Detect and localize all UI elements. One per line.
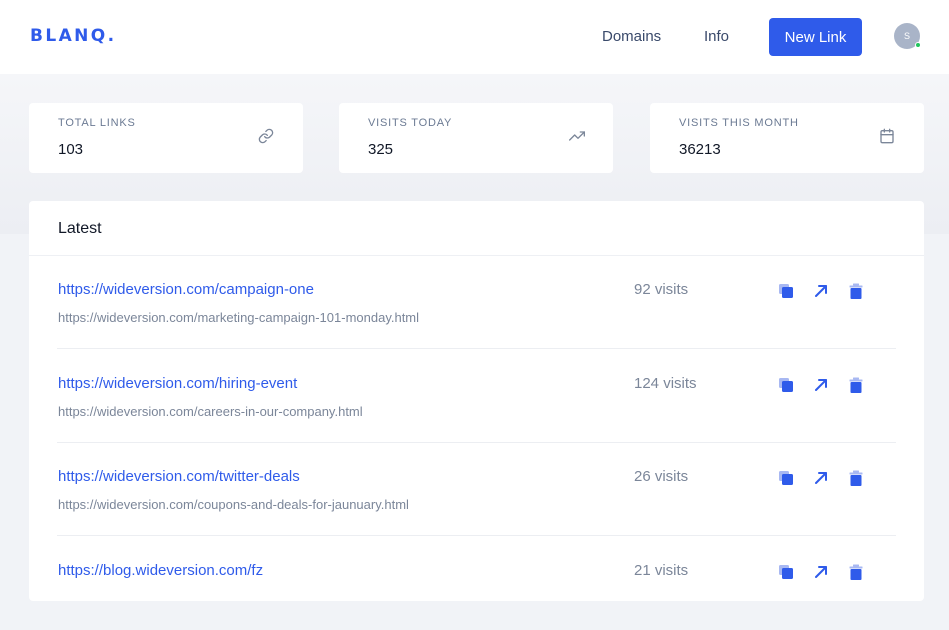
- link-row: https://blog.wideversion.com/fz 21 visit…: [57, 537, 896, 630]
- stat-value: 36213: [679, 141, 721, 158]
- nav-info[interactable]: Info: [704, 28, 729, 45]
- online-status-dot: [915, 42, 921, 48]
- link-row: https://wideversion.com/twitter-deals ht…: [57, 443, 896, 536]
- delete-icon[interactable]: [848, 564, 864, 580]
- delete-icon[interactable]: [848, 377, 864, 393]
- delete-icon[interactable]: [848, 470, 864, 486]
- stat-label: VISITS TODAY: [368, 117, 453, 129]
- stat-card-visits-today: VISITS TODAY 325: [339, 103, 613, 173]
- stat-card-total-links: TOTAL LINKS 103: [29, 103, 303, 173]
- long-url-text: https://wideversion.com/coupons-and-deal…: [58, 497, 409, 512]
- avatar-initial: S: [903, 31, 910, 41]
- stat-value: 325: [368, 141, 394, 158]
- copy-icon[interactable]: [778, 564, 794, 580]
- calendar-icon: [880, 128, 894, 144]
- copy-icon[interactable]: [778, 470, 794, 486]
- short-url-link[interactable]: https://wideversion.com/hiring-event: [58, 375, 297, 392]
- latest-links-panel: Latest https://wideversion.com/campaign-…: [29, 201, 924, 601]
- short-url-link[interactable]: https://wideversion.com/campaign-one: [58, 281, 314, 298]
- nav-domains[interactable]: Domains: [602, 28, 661, 45]
- avatar[interactable]: S: [894, 23, 921, 49]
- visit-count: 26 visits: [634, 468, 689, 485]
- copy-icon[interactable]: [778, 283, 794, 299]
- stat-value: 103: [58, 141, 84, 158]
- stat-label: VISITS THIS MONTH: [679, 117, 799, 129]
- open-link-icon[interactable]: [813, 377, 829, 393]
- link-row: https://wideversion.com/hiring-event htt…: [57, 350, 896, 443]
- visit-count: 21 visits: [634, 562, 689, 579]
- short-url-link[interactable]: https://blog.wideversion.com/fz: [58, 562, 263, 579]
- trending-up-icon: [569, 131, 585, 141]
- top-bar: BLANQ. Domains Info New Link S: [0, 0, 949, 74]
- delete-icon[interactable]: [848, 283, 864, 299]
- panel-title: Latest: [58, 220, 102, 237]
- long-url-text: https://wideversion.com/careers-in-our-c…: [58, 404, 363, 419]
- visit-count: 92 visits: [634, 281, 689, 298]
- link-row: https://wideversion.com/campaign-one htt…: [57, 256, 896, 349]
- copy-icon[interactable]: [778, 377, 794, 393]
- link-icon: [258, 128, 274, 144]
- stat-card-visits-month: VISITS THIS MONTH 36213: [650, 103, 924, 173]
- visit-count: 124 visits: [634, 375, 697, 392]
- open-link-icon[interactable]: [813, 564, 829, 580]
- new-link-button[interactable]: New Link: [769, 18, 862, 56]
- open-link-icon[interactable]: [813, 470, 829, 486]
- stat-label: TOTAL LINKS: [58, 117, 136, 129]
- open-link-icon[interactable]: [813, 283, 829, 299]
- long-url-text: https://wideversion.com/marketing-campai…: [58, 310, 420, 325]
- logo[interactable]: BLANQ.: [30, 26, 116, 46]
- short-url-link[interactable]: https://wideversion.com/twitter-deals: [58, 468, 300, 485]
